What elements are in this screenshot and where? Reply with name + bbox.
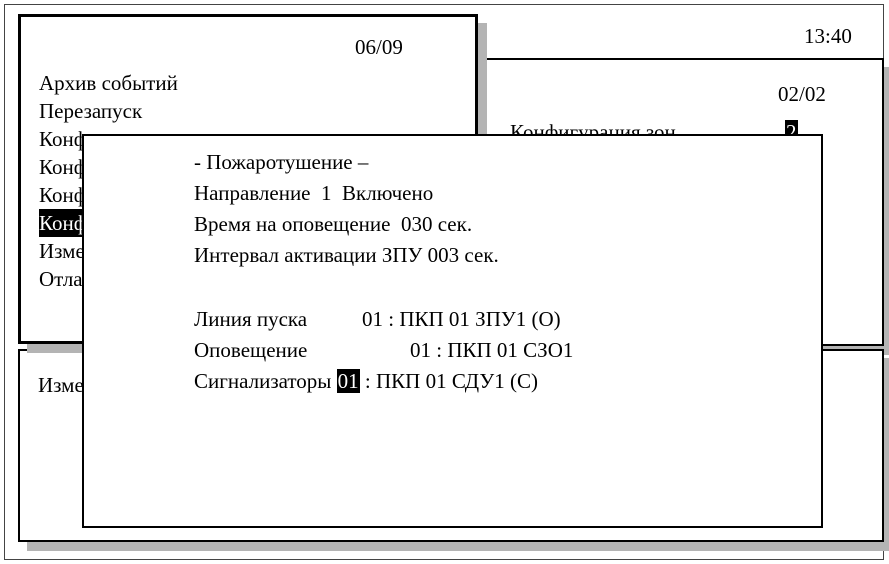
direction-state[interactable]: Включено [342, 181, 433, 205]
activation-interval-row: Интервал активации ЗПУ 003 сек. [194, 243, 499, 267]
activation-interval-value[interactable]: 003 сек. [428, 243, 499, 267]
menu-item[interactable]: Архив событий [39, 69, 182, 97]
direction-label: Направление [194, 181, 311, 205]
signalers-label: Сигнализаторы [194, 369, 332, 393]
notify-time-value[interactable]: 030 сек. [401, 212, 472, 236]
signalers-row: Сигнализаторы 01 : ПКП 01 СДУ1 (С) [194, 369, 538, 393]
notification-row: Оповещение 01 : ПКП 01 СЗО1 [194, 338, 573, 362]
direction-number[interactable]: 1 [321, 181, 332, 205]
menu-item[interactable]: Перезапуск [39, 97, 146, 125]
clock: 13:40 [804, 24, 852, 48]
notify-time-row: Время на оповещение 030 сек. [194, 212, 472, 236]
notify-time-label: Время на оповещение [194, 212, 391, 236]
fire-suppression-popup: - Пожаротушение – Направление 1 Включено… [82, 134, 823, 528]
activation-interval-label: Интервал активации ЗПУ [194, 243, 423, 267]
notification-value[interactable]: 01 : ПКП 01 СЗО1 [410, 338, 573, 362]
launch-line-row: Линия пуска 01 : ПКП 01 ЗПУ1 (О) [194, 307, 561, 331]
menu-page-counter: 06/09 [355, 35, 403, 59]
signalers-number[interactable]: 01 [336, 369, 360, 393]
notification-label: Оповещение [194, 338, 308, 362]
signalers-value: : ПКП 01 СДУ1 (С) [364, 369, 538, 393]
config-page-counter: 02/02 [778, 82, 826, 106]
launch-line-value[interactable]: 01 : ПКП 01 ЗПУ1 (О) [362, 307, 561, 331]
popup-title: - Пожаротушение – [194, 150, 369, 174]
direction-row: Направление 1 Включено [194, 181, 433, 205]
launch-line-label: Линия пуска [194, 307, 308, 331]
